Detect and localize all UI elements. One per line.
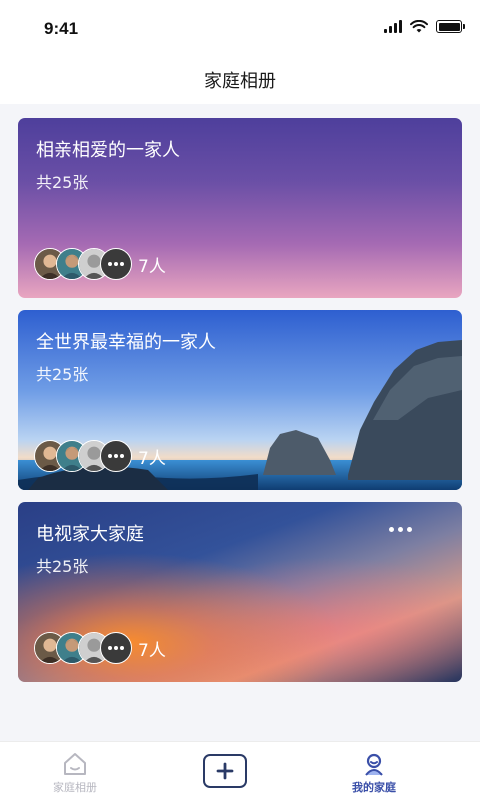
plus-icon — [216, 762, 234, 780]
cellular-signal-icon — [384, 20, 402, 33]
more-members-icon — [100, 632, 132, 664]
tab-bar: 家庭相册 我的家庭 — [0, 741, 480, 800]
more-options-icon[interactable] — [384, 518, 416, 540]
album-title: 相亲相爱的一家人 — [36, 140, 180, 161]
member-avatars[interactable]: 7人 — [34, 248, 166, 280]
add-button[interactable] — [203, 754, 247, 788]
battery-icon — [436, 20, 465, 33]
member-count: 7人 — [138, 448, 166, 469]
album-card[interactable]: 全世界最幸福的一家人 共25张 7人 — [18, 310, 462, 490]
album-photo-count: 共25张 — [36, 173, 89, 192]
member-count: 7人 — [138, 640, 166, 661]
album-list: 相亲相爱的一家人 共25张 7人 全世界最幸福的一家人 共25张 7人 电视家大… — [18, 118, 462, 694]
tab-my-family[interactable]: 我的家庭 — [314, 742, 434, 800]
album-card[interactable]: 相亲相爱的一家人 共25张 7人 — [18, 118, 462, 298]
album-photo-count: 共25张 — [36, 557, 89, 576]
member-avatars[interactable]: 7人 — [34, 440, 166, 472]
member-count: 7人 — [138, 256, 166, 277]
tab-label: 我的家庭 — [352, 781, 396, 794]
page-title: 家庭相册 — [204, 71, 276, 92]
tab-label: 家庭相册 — [53, 781, 97, 794]
house-icon — [64, 753, 86, 775]
album-title: 电视家大家庭 — [36, 524, 144, 545]
status-icons — [384, 20, 465, 33]
member-avatars[interactable]: 7人 — [34, 632, 166, 664]
nav-bar: 家庭相册 — [0, 56, 480, 104]
status-time: 9:41 — [44, 19, 79, 38]
more-members-icon — [100, 248, 132, 280]
more-members-icon — [100, 440, 132, 472]
album-photo-count: 共25张 — [36, 365, 89, 384]
album-title: 全世界最幸福的一家人 — [36, 332, 216, 353]
album-card[interactable]: 电视家大家庭 共25张 7人 — [18, 502, 462, 682]
status-bar: 9:41 — [0, 0, 480, 56]
tab-family-album[interactable]: 家庭相册 — [15, 742, 135, 800]
person-icon — [365, 753, 383, 776]
wifi-icon — [410, 20, 428, 33]
